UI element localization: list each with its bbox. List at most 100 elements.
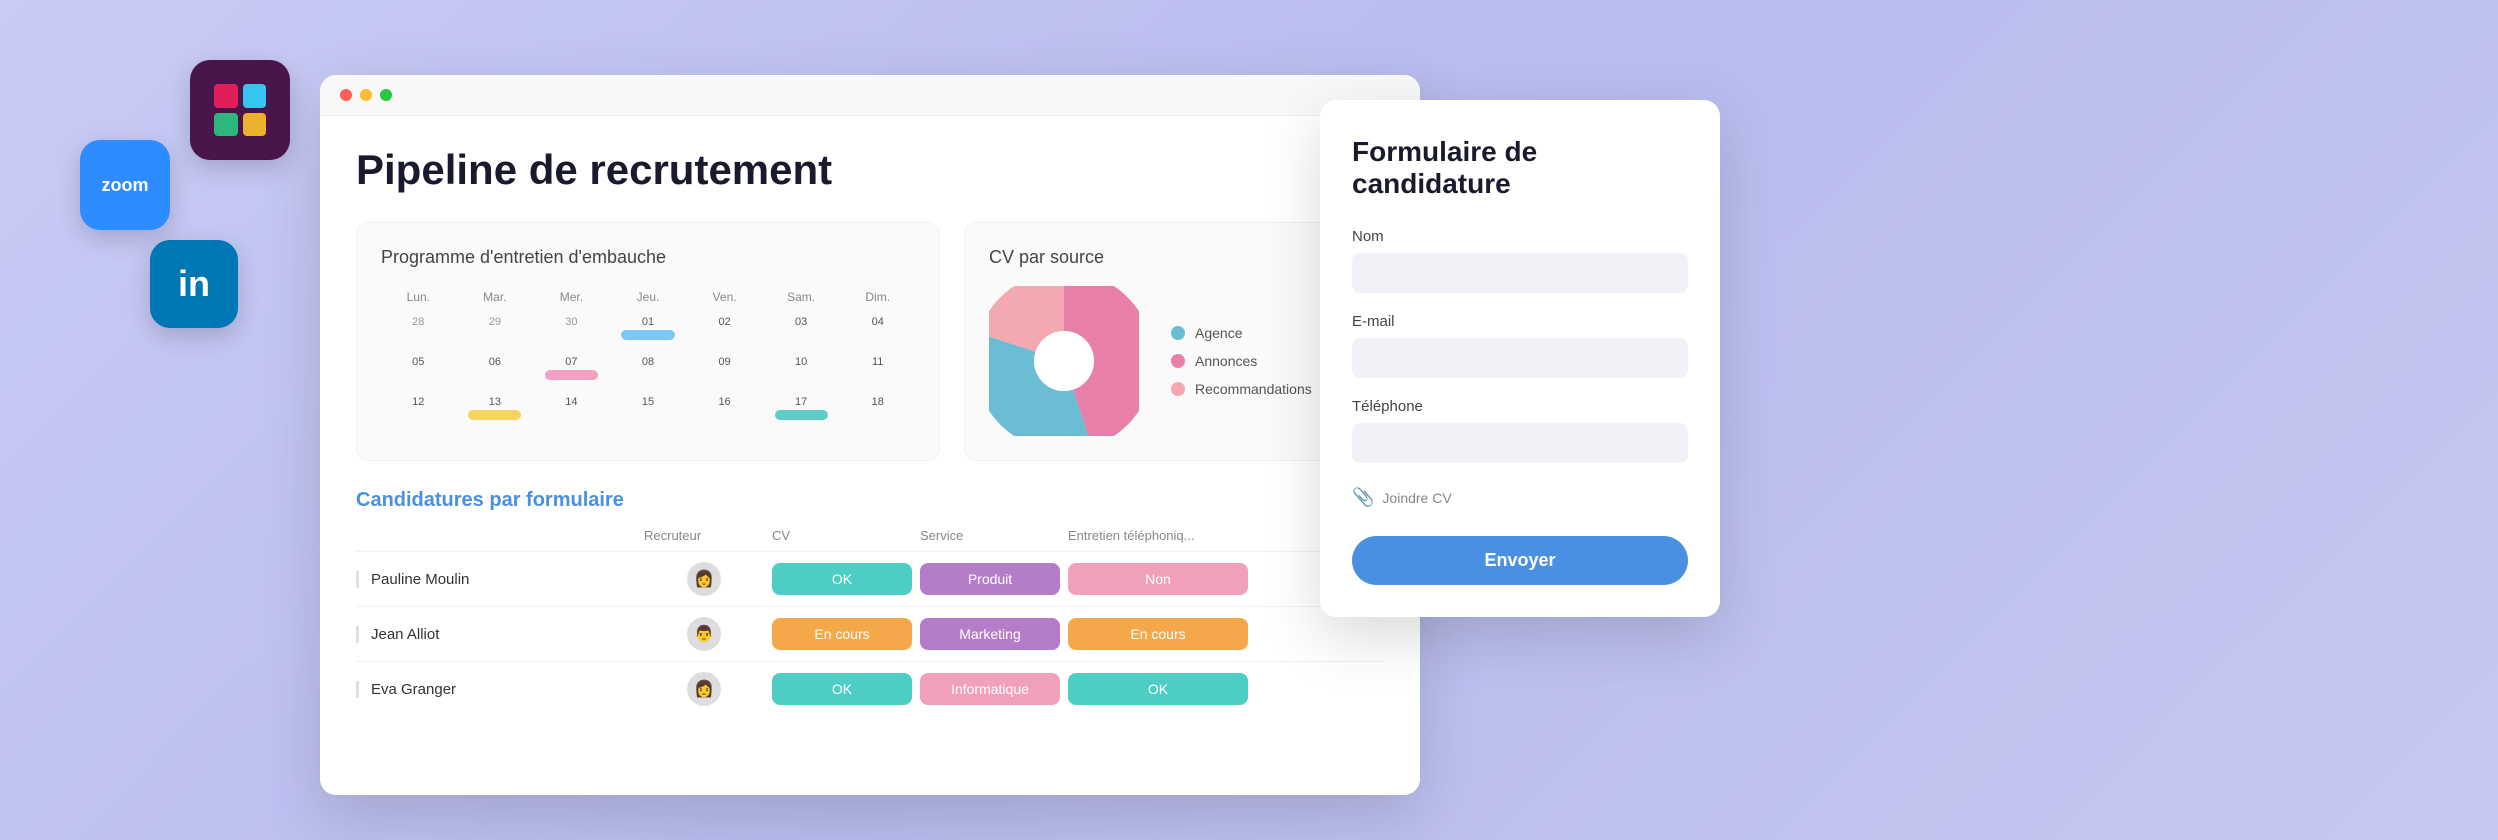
legend-dot-agence: [1171, 326, 1185, 340]
entretien-status: OK: [1068, 673, 1248, 705]
submit-button[interactable]: Envoyer: [1352, 536, 1688, 585]
table-row: Jean Alliot 👨 En cours Marketing En cour…: [356, 606, 1384, 661]
cal-header-3: Jeu.: [611, 286, 686, 308]
candidatures-table: Recruteur CV Service Entretien téléphoni…: [356, 528, 1384, 716]
service-tag: Marketing: [920, 618, 1060, 650]
cal-cell: 03: [764, 310, 839, 348]
col-cv: CV: [772, 528, 912, 543]
cal-cell: 16: [687, 390, 762, 428]
cal-header-6: Dim.: [840, 286, 915, 308]
telephone-input[interactable]: [1352, 423, 1688, 463]
cv-tag: OK: [772, 673, 912, 705]
entretien-status: En cours: [1068, 618, 1248, 650]
cal-header-2: Mer.: [534, 286, 609, 308]
pie-chart: [989, 286, 1139, 436]
cal-cell: 10: [764, 350, 839, 388]
service-tag: Produit: [920, 563, 1060, 595]
legend-dot-annonces: [1171, 354, 1185, 368]
cal-cell: 07: [534, 350, 609, 388]
cal-cell: 15: [611, 390, 686, 428]
candidatures-title: Candidatures par formulaire: [356, 489, 1384, 512]
main-window: Pipeline de recrutement Programme d'entr…: [320, 75, 1420, 795]
avatar-col: 👩: [644, 562, 764, 596]
col-name: [356, 528, 636, 543]
cv-tag: OK: [772, 563, 912, 595]
table-header: Recruteur CV Service Entretien téléphoni…: [356, 528, 1384, 551]
email-group: E-mail: [1352, 313, 1688, 378]
legend-item-annonces: Annonces: [1171, 353, 1312, 369]
cal-cell: 18: [840, 390, 915, 428]
email-input[interactable]: [1352, 338, 1688, 378]
calendar-grid: Lun. Mar. Mer. Jeu. Ven. Sam. Dim. 28 29…: [381, 286, 915, 428]
cal-header-5: Sam.: [764, 286, 839, 308]
form-panel: Formulaire de candidature Nom E-mail Tél…: [1320, 100, 1720, 617]
calendar-widget: Programme d'entretien d'embauche Lun. Ma…: [356, 222, 940, 461]
entretien-tag: En cours: [1068, 618, 1248, 650]
candidate-name: Eva Granger: [356, 681, 636, 698]
linkedin-icon: in: [150, 240, 238, 328]
zoom-icon: zoom: [80, 140, 170, 230]
legend-item-agence: Agence: [1171, 325, 1312, 341]
maximize-button[interactable]: [380, 89, 392, 101]
email-label: E-mail: [1352, 313, 1688, 330]
cal-cell: 28: [381, 310, 456, 348]
calendar-title: Programme d'entretien d'embauche: [381, 247, 915, 268]
table-row: Eva Granger 👩 OK Informatique OK: [356, 661, 1384, 716]
cv-status: OK: [772, 563, 912, 595]
pie-title: CV par source: [989, 247, 1359, 268]
candidate-name: Jean Alliot: [356, 626, 636, 643]
entretien-tag: OK: [1068, 673, 1248, 705]
cal-cell: 02: [687, 310, 762, 348]
attach-label: Joindre CV: [1382, 490, 1451, 506]
cal-cell: 30: [534, 310, 609, 348]
slack-icon: [190, 60, 290, 160]
cal-cell: 29: [458, 310, 533, 348]
cal-cell: 01: [611, 310, 686, 348]
avatar-col: 👩: [644, 672, 764, 706]
telephone-label: Téléphone: [1352, 398, 1688, 415]
candidate-name: Pauline Moulin: [356, 571, 636, 588]
cal-cell: 13: [458, 390, 533, 428]
nom-label: Nom: [1352, 228, 1688, 245]
cal-cell: 17: [764, 390, 839, 428]
col-recruteur: Recruteur: [644, 528, 764, 543]
nom-group: Nom: [1352, 228, 1688, 293]
nom-input[interactable]: [1352, 253, 1688, 293]
table-row: Pauline Moulin 👩 OK Produit Non: [356, 551, 1384, 606]
cal-cell: 09: [687, 350, 762, 388]
service-status: Marketing: [920, 618, 1060, 650]
cal-cell: 06: [458, 350, 533, 388]
telephone-group: Téléphone: [1352, 398, 1688, 463]
pie-legend: Agence Annonces Recommandations: [1171, 325, 1312, 397]
pie-container: Agence Annonces Recommandations: [989, 286, 1359, 436]
service-status: Informatique: [920, 673, 1060, 705]
close-button[interactable]: [340, 89, 352, 101]
cv-status: OK: [772, 673, 912, 705]
cal-cell: 04: [840, 310, 915, 348]
attach-row[interactable]: 📎 Joindre CV: [1352, 487, 1688, 508]
legend-dot-recommandations: [1171, 382, 1185, 396]
avatar: 👩: [687, 672, 721, 706]
cal-header-4: Ven.: [687, 286, 762, 308]
cal-cell: 11: [840, 350, 915, 388]
window-chrome: [320, 75, 1420, 116]
cal-cell: 08: [611, 350, 686, 388]
col-entretien: Entretien téléphoniq...: [1068, 528, 1248, 543]
candidatures-section: Candidatures par formulaire Recruteur CV…: [356, 489, 1384, 716]
avatar: 👨: [687, 617, 721, 651]
form-title: Formulaire de candidature: [1352, 136, 1688, 200]
attach-icon: 📎: [1352, 487, 1374, 508]
dashboard-grid: Programme d'entretien d'embauche Lun. Ma…: [356, 222, 1384, 461]
minimize-button[interactable]: [360, 89, 372, 101]
entretien-status: Non: [1068, 563, 1248, 595]
page-title: Pipeline de recrutement: [356, 146, 1384, 194]
cv-tag: En cours: [772, 618, 912, 650]
cv-status: En cours: [772, 618, 912, 650]
legend-item-recommandations: Recommandations: [1171, 381, 1312, 397]
cal-cell: 12: [381, 390, 456, 428]
cal-cell: 14: [534, 390, 609, 428]
cal-cell: 05: [381, 350, 456, 388]
avatar-col: 👨: [644, 617, 764, 651]
avatar: 👩: [687, 562, 721, 596]
entretien-tag: Non: [1068, 563, 1248, 595]
